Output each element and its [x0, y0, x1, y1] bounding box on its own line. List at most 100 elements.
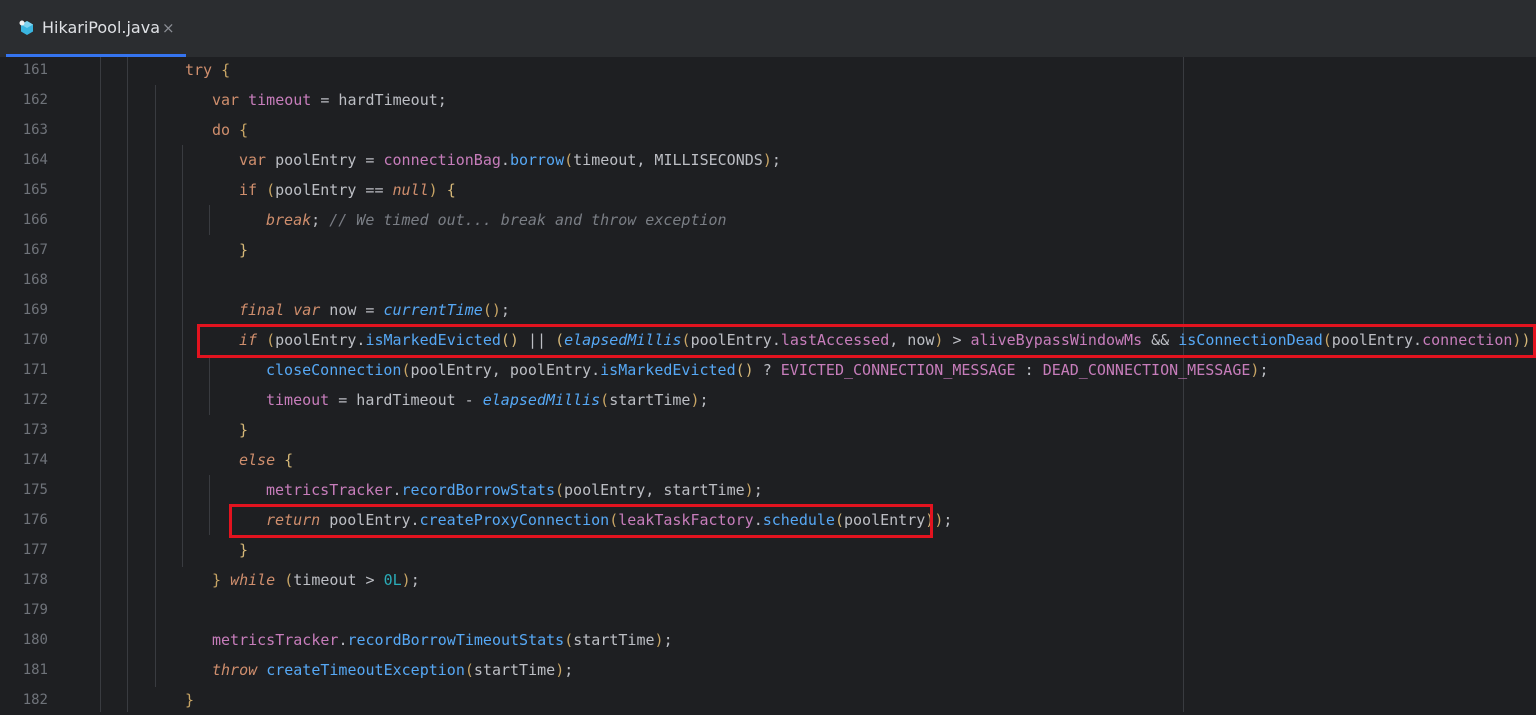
line-number[interactable]: 179 — [0, 595, 48, 625]
code-line[interactable]: 163 do { — [0, 115, 1536, 145]
code-token: ( — [266, 181, 276, 199]
code-token: poolEntry, startTime — [564, 481, 745, 499]
code-line[interactable]: 174 else { — [0, 445, 1536, 475]
code-token: else — [239, 451, 276, 469]
code-line[interactable]: 169 final var now = currentTime(); — [0, 295, 1536, 325]
line-number[interactable]: 176 — [0, 505, 48, 535]
code-line[interactable]: 180 metricsTracker.recordBorrowTimeoutSta… — [0, 625, 1536, 655]
code-text[interactable]: if (poolEntry == null) { — [239, 175, 456, 205]
code-text[interactable]: break; // We timed out... break and thro… — [266, 205, 727, 235]
code-token: metricsTracker — [212, 631, 339, 649]
line-number[interactable]: 174 — [0, 445, 48, 475]
code-token: ( — [401, 361, 411, 379]
code-token: metricsTracker — [266, 481, 393, 499]
code-text[interactable]: do { — [212, 115, 248, 145]
code-text[interactable]: metricsTracker.recordBorrowTimeoutStats(… — [212, 625, 673, 655]
code-text[interactable]: throw createTimeoutException(startTime); — [212, 655, 573, 685]
line-number[interactable]: 167 — [0, 235, 48, 265]
code-line[interactable]: 173} — [0, 415, 1536, 445]
code-token: } — [185, 691, 195, 709]
code-token: ; — [1259, 361, 1269, 379]
code-token: final — [239, 301, 285, 319]
code-text[interactable]: try { — [185, 55, 230, 85]
code-line[interactable]: 182} — [0, 685, 1536, 715]
line-number[interactable]: 177 — [0, 535, 48, 565]
code-line[interactable]: 167} — [0, 235, 1536, 265]
code-text[interactable]: } — [185, 685, 194, 715]
code-text[interactable]: closeConnection(poolEntry, poolEntry.isM… — [266, 355, 1268, 385]
close-icon[interactable]: × — [162, 19, 175, 37]
line-number[interactable]: 180 — [0, 625, 48, 655]
code-token: ) — [690, 391, 700, 409]
code-text[interactable]: } while (timeout > 0L); — [212, 565, 420, 595]
line-number[interactable]: 166 — [0, 205, 48, 235]
line-number[interactable]: 173 — [0, 415, 48, 445]
code-line[interactable]: 172 timeout = hardTimeout - elapsedMillis… — [0, 385, 1536, 415]
code-line[interactable]: 178 } while (timeout > 0L); — [0, 565, 1536, 595]
line-number[interactable]: 178 — [0, 565, 48, 595]
code-editor[interactable]: 161 try {162 var timeout = hardTimeout; 163… — [0, 57, 1536, 712]
code-token: ; — [311, 211, 330, 229]
code-text[interactable]: timeout = hardTimeout - elapsedMillis(st… — [266, 385, 709, 415]
code-line[interactable]: 171 closeConnection(poolEntry, poolEntry.… — [0, 355, 1536, 385]
code-token: { — [221, 61, 231, 79]
code-token: do — [212, 121, 231, 139]
code-token: EVICTED_CONNECTION_MESSAGE — [780, 361, 1016, 379]
code-line[interactable]: 162 var timeout = hardTimeout; — [0, 85, 1536, 115]
line-number[interactable]: 181 — [0, 655, 48, 685]
highlight-isConnectionDead-condition — [197, 324, 1536, 358]
code-text[interactable]: } — [239, 415, 248, 445]
line-number[interactable]: 164 — [0, 145, 48, 175]
code-token: () — [482, 301, 501, 319]
code-token: if — [239, 181, 258, 199]
line-number[interactable]: 168 — [0, 265, 48, 295]
code-token: ? — [753, 361, 781, 379]
line-number[interactable]: 162 — [0, 85, 48, 115]
line-number[interactable]: 169 — [0, 295, 48, 325]
code-text[interactable]: final var now = currentTime(); — [239, 295, 510, 325]
code-token: DEAD_CONNECTION_MESSAGE — [1042, 361, 1251, 379]
code-token: startTime — [473, 661, 556, 679]
code-line[interactable]: 165 if (poolEntry == null) { — [0, 175, 1536, 205]
code-line[interactable]: 161 try { — [0, 55, 1536, 85]
code-text[interactable]: else { — [239, 445, 293, 475]
code-line[interactable]: 177} — [0, 535, 1536, 565]
code-text[interactable]: } — [239, 235, 248, 265]
code-token: timeout > — [293, 571, 384, 589]
code-line[interactable]: 175 metricsTracker.recordBorrowStats(pool… — [0, 475, 1536, 505]
code-token: ; — [699, 391, 709, 409]
code-token: ; — [753, 481, 763, 499]
line-number[interactable]: 171 — [0, 355, 48, 385]
code-token: ) — [934, 511, 944, 529]
tab-label: HikariPool.java — [42, 18, 160, 37]
code-line[interactable]: 164 var poolEntry = connectionBag.borrow(… — [0, 145, 1536, 175]
code-text[interactable]: } — [239, 535, 248, 565]
code-text[interactable]: var timeout = hardTimeout; — [212, 85, 447, 115]
code-line[interactable]: 179 — [0, 595, 1536, 625]
code-line[interactable]: 181 throw createTimeoutException(startTim… — [0, 655, 1536, 685]
code-line[interactable]: 166 break; // We timed out... break and t… — [0, 205, 1536, 235]
line-number[interactable]: 172 — [0, 385, 48, 415]
code-token: = hardTimeout; — [311, 91, 447, 109]
code-token: ; — [663, 631, 673, 649]
line-number[interactable]: 165 — [0, 175, 48, 205]
line-number[interactable]: 163 — [0, 115, 48, 145]
code-text[interactable]: metricsTracker.recordBorrowStats(poolEnt… — [266, 475, 763, 505]
tab-hikaripool-java[interactable]: HikariPool.java × — [6, 0, 186, 57]
code-token: 0L — [383, 571, 402, 589]
code-token: ( — [564, 151, 574, 169]
code-token: ( — [555, 481, 565, 499]
line-number[interactable]: 170 — [0, 325, 48, 355]
code-token: startTime — [609, 391, 691, 409]
line-number[interactable]: 161 — [0, 55, 48, 85]
code-token: ( — [464, 661, 474, 679]
code-line[interactable]: 168 — [0, 265, 1536, 295]
line-number[interactable]: 182 — [0, 685, 48, 715]
code-text[interactable]: var poolEntry = connectionBag.borrow(tim… — [239, 145, 781, 175]
line-number[interactable]: 175 — [0, 475, 48, 505]
